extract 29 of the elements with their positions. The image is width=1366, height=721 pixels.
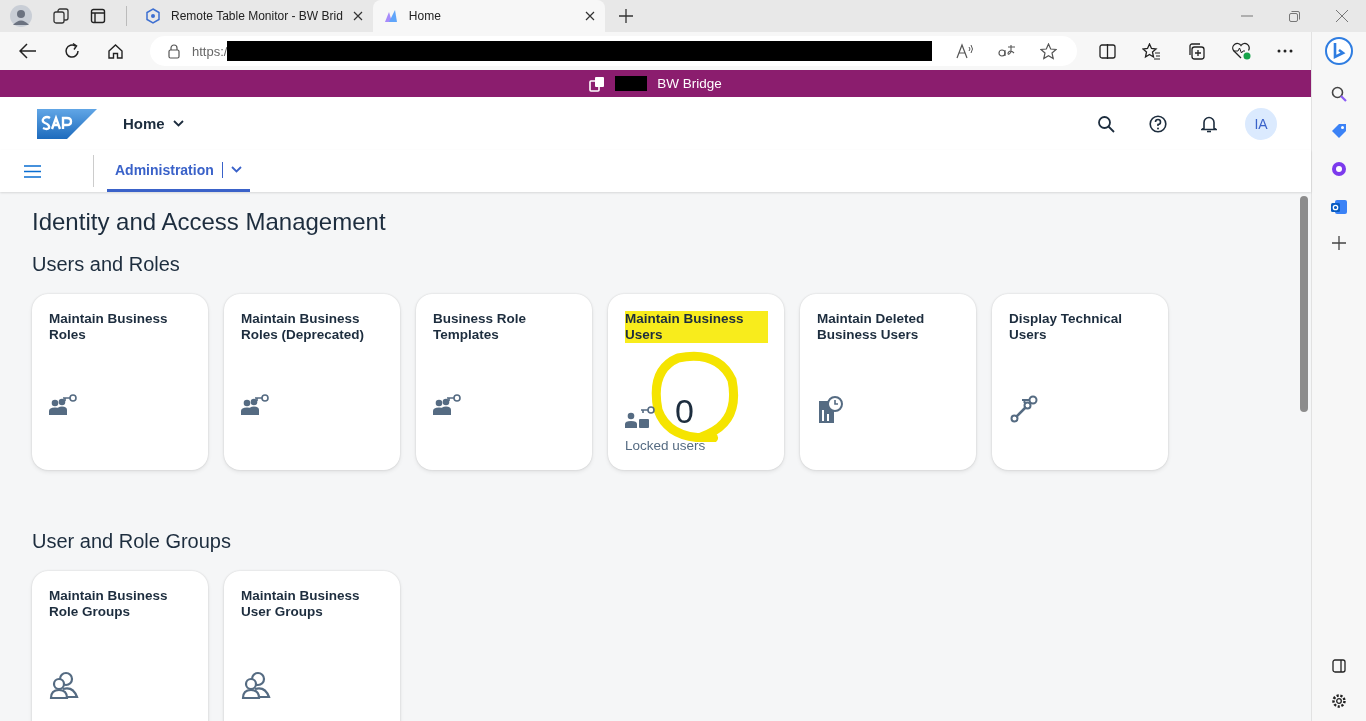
tile-title: Maintain Business Roles	[49, 311, 169, 343]
app-tile[interactable]: Maintain Deleted Business Users	[800, 294, 976, 470]
tile-title: Maintain Business User Groups	[241, 588, 361, 620]
section-title: User and Role Groups	[32, 530, 232, 553]
section-title: Users and Roles	[32, 253, 181, 276]
app-tile[interactable]: Display Technical Users	[992, 294, 1168, 470]
app-tile[interactable]: Maintain Business User Groups	[224, 571, 400, 721]
app-tile[interactable]: Maintain Business Users 0 Locked users	[608, 294, 784, 470]
page-title: Identity and Access Management	[32, 208, 387, 236]
tile-footer: Locked users	[625, 438, 768, 453]
tile-title: Maintain Business Role Groups	[49, 588, 169, 620]
app-tile[interactable]: Maintain Business Role Groups	[32, 571, 208, 721]
tab-title: Remote Table Monitor - BW Brid	[171, 9, 343, 23]
tile-title: Business Role Templates	[433, 311, 528, 343]
app-tile[interactable]: Maintain Business Roles (Deprecated)	[224, 294, 400, 470]
system-title: BW Bridge	[657, 76, 722, 91]
tile-title: Maintain Business Users	[625, 311, 768, 343]
browser-tab[interactable]: Remote Table Monitor - BW Brid	[135, 0, 373, 32]
app-tile[interactable]: Business Role Templates	[416, 294, 592, 470]
browser-tab[interactable]: Home	[372, 0, 605, 32]
tile-title: Display Technical Users	[1009, 311, 1124, 343]
app-tile[interactable]: Maintain Business Roles	[32, 294, 208, 470]
tile-title: Maintain Deleted Business Users	[817, 311, 926, 343]
tile-title: Maintain Business Roles (Deprecated)	[241, 311, 366, 343]
home-menu-button[interactable]: Home	[121, 111, 186, 136]
address-field[interactable]: https:/	[150, 36, 1077, 66]
tab-title: Home	[408, 9, 442, 23]
user-avatar[interactable]: IA	[1245, 107, 1277, 140]
tile-number: 0	[675, 394, 694, 428]
